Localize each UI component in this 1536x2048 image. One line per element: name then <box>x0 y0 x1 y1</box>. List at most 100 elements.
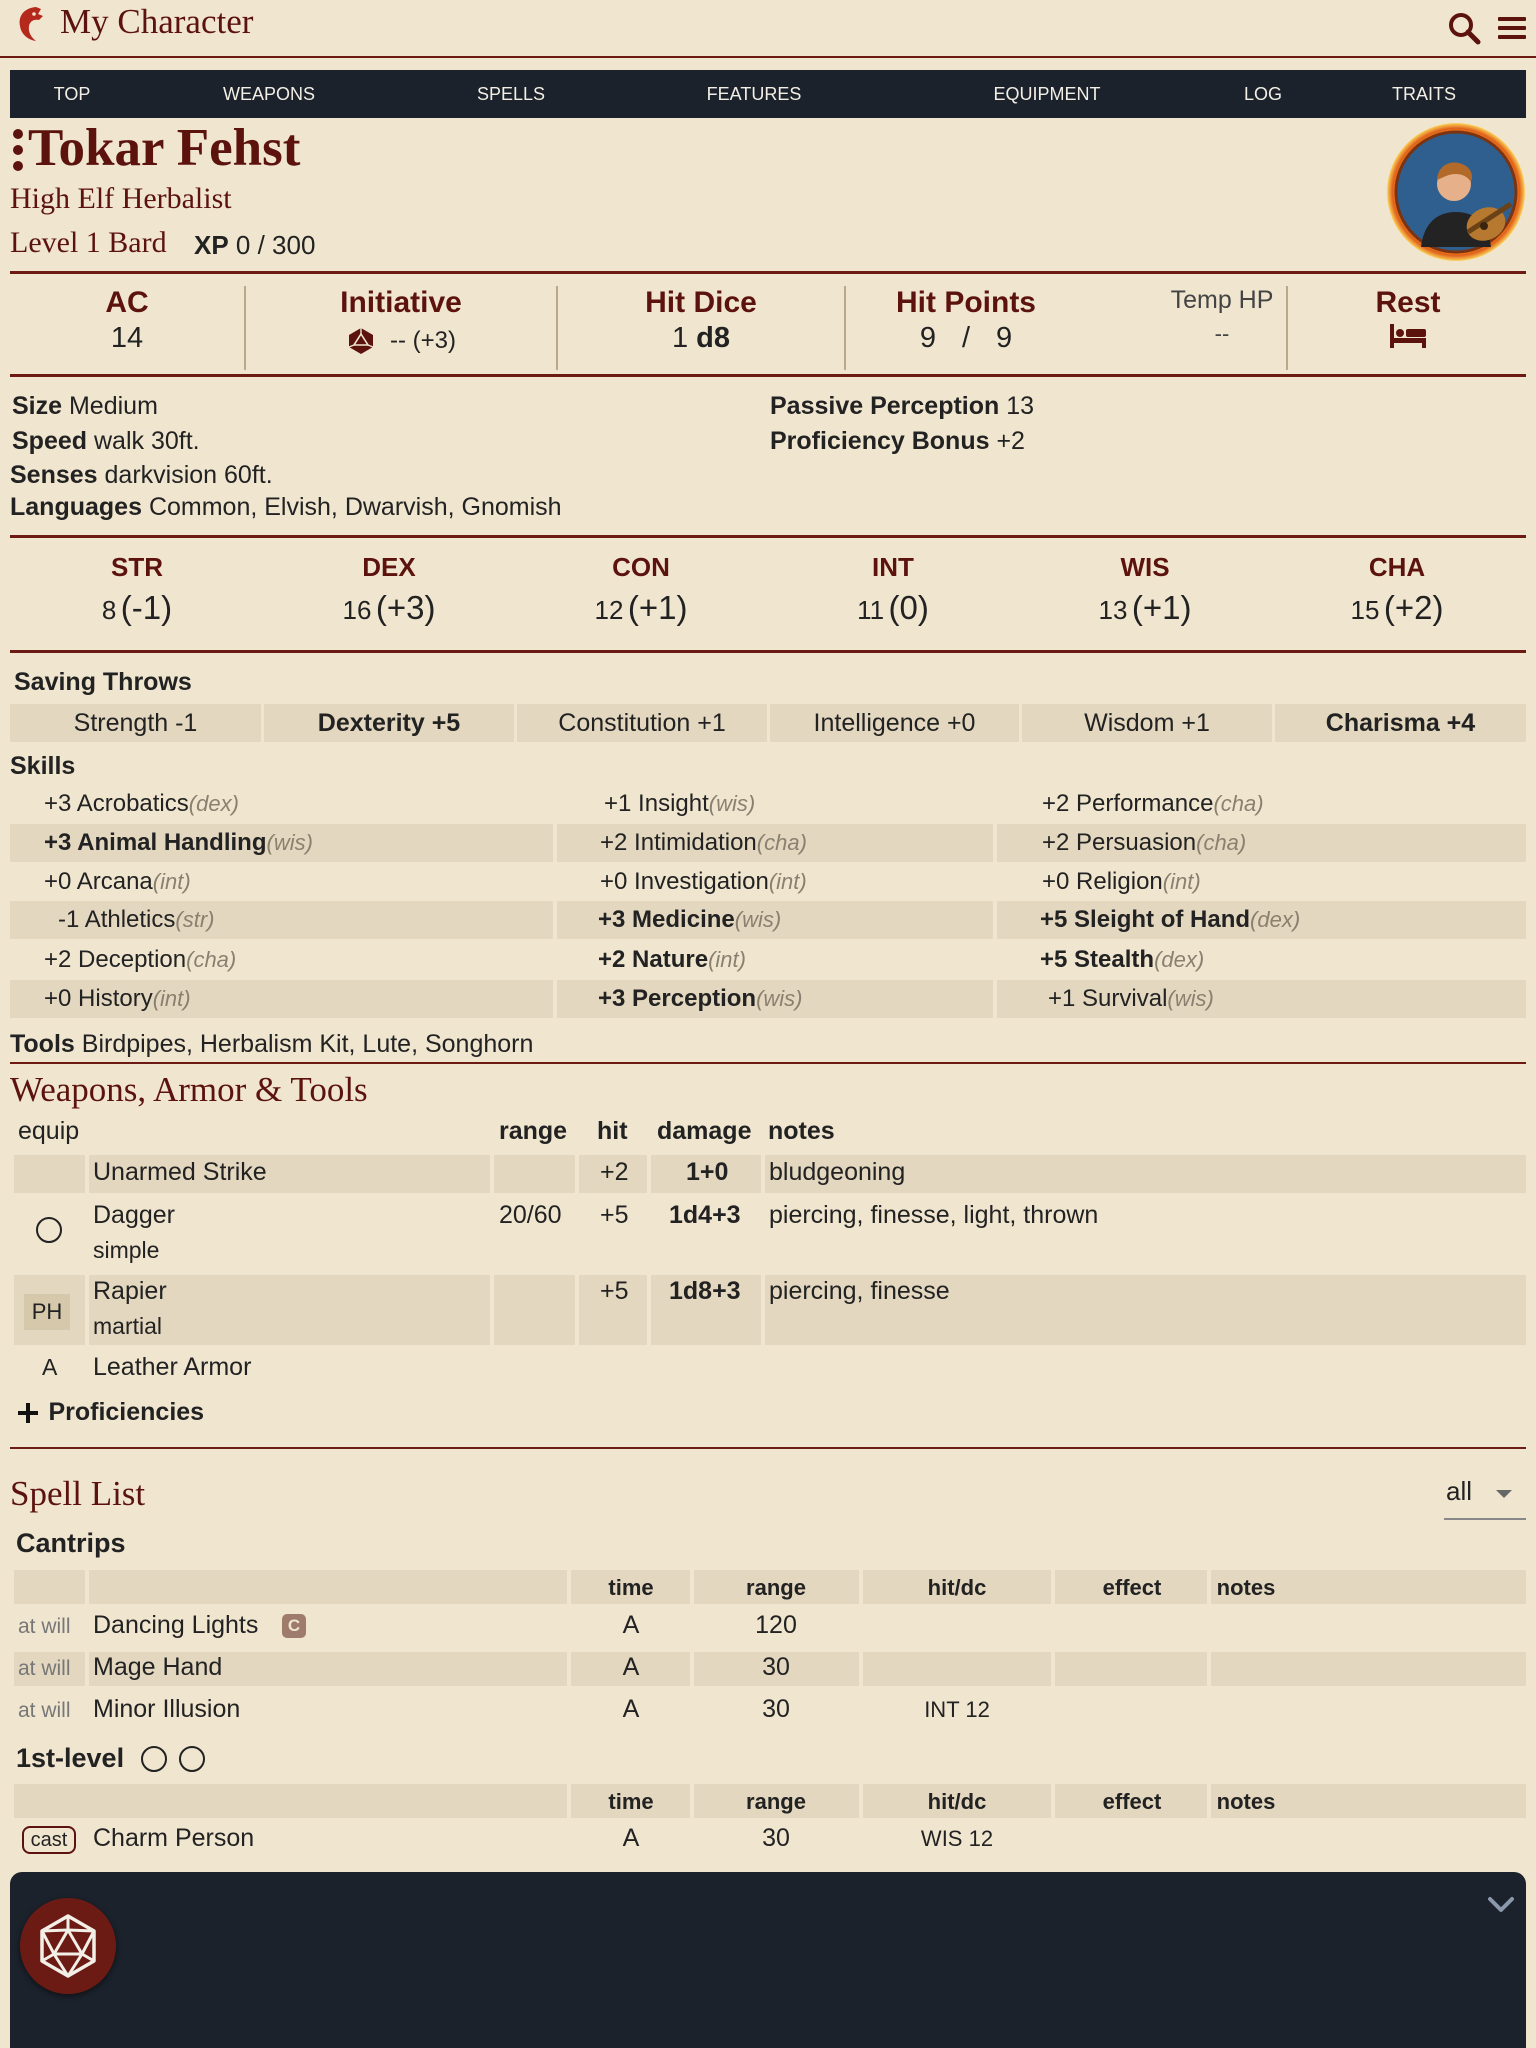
ac-box: AC 14 <box>10 286 244 355</box>
hit-points-box[interactable]: Hit Points 9 / 9 <box>846 286 1086 355</box>
weapon-hit[interactable]: +5 <box>600 1277 629 1306</box>
hp-current[interactable]: 9 <box>920 322 936 354</box>
dragon-logo-icon[interactable] <box>14 4 46 44</box>
spell-name[interactable]: Mage Hand <box>93 1653 222 1682</box>
skill-religion[interactable]: +0 Religion(int) <box>1042 863 1201 901</box>
weapon-name[interactable]: Unarmed Strike <box>93 1158 267 1187</box>
spell-list-title: Spell List <box>10 1474 146 1513</box>
hamburger-menu-icon[interactable] <box>1496 12 1528 44</box>
weapon-damage[interactable]: 1+0 <box>686 1158 728 1187</box>
table-cell <box>1055 1652 1207 1686</box>
hit-dice-box[interactable]: Hit Dice 1 d8 <box>558 286 844 355</box>
temp-hp-box[interactable]: Temp HP -- <box>1160 286 1284 347</box>
spell-time: A <box>622 1695 640 1723</box>
weapon-hit[interactable]: +2 <box>600 1158 629 1187</box>
weapon-hit[interactable]: +5 <box>600 1201 629 1230</box>
skills-divider <box>10 1062 1526 1064</box>
search-icon[interactable] <box>1446 10 1482 46</box>
save-constitution[interactable]: Constitution +1 <box>517 704 767 742</box>
proficiencies-toggle[interactable]: Proficiencies <box>16 1398 204 1427</box>
spell-slot-toggle[interactable] <box>179 1746 205 1772</box>
ability-con[interactable]: CON 12 (+1) <box>595 552 688 627</box>
spell-name[interactable]: Charm Person <box>93 1824 254 1853</box>
ability-wis[interactable]: WIS 13 (+1) <box>1099 552 1192 627</box>
skill-medicine[interactable]: +3 Medicine(wis) <box>598 901 781 939</box>
equip-badge-ph[interactable]: PH <box>24 1294 70 1330</box>
ability-score: 8 <box>101 595 117 625</box>
save-charisma[interactable]: Charisma +4 <box>1275 704 1526 742</box>
skill-modifier: +3 <box>44 790 72 817</box>
spell-name[interactable]: Minor Illusion <box>93 1695 240 1724</box>
skill-name: Stealth <box>1074 946 1155 973</box>
d20-icon <box>40 1914 96 1978</box>
nav-equipment[interactable]: EQUIPMENT <box>993 70 1100 118</box>
nav-weapons[interactable]: WEAPONS <box>223 70 315 118</box>
character-portrait[interactable] <box>1386 122 1526 262</box>
nav-features[interactable]: FEATURES <box>707 70 802 118</box>
ability-cha[interactable]: CHA 15 (+2) <box>1351 552 1444 627</box>
skill-survival[interactable]: +1 Survival(wis) <box>1048 980 1214 1018</box>
spell-save-dc[interactable]: INT 12 <box>924 1697 990 1723</box>
col-range: range <box>746 1575 806 1600</box>
save-wisdom[interactable]: Wisdom +1 <box>1022 704 1272 742</box>
cast-button[interactable]: cast <box>22 1826 76 1854</box>
nav-traits[interactable]: TRAITS <box>1392 70 1456 118</box>
skill-deception[interactable]: +2 Deception(cha) <box>44 941 236 979</box>
skill-sleight-of-hand[interactable]: +5 Sleight of Hand(dex) <box>1040 901 1300 939</box>
spell-name[interactable]: Dancing Lights <box>93 1611 258 1640</box>
skill-animal-handling[interactable]: +3 Animal Handling(wis) <box>44 824 313 862</box>
save-intelligence[interactable]: Intelligence +0 <box>770 704 1019 742</box>
dice-roll-drawer[interactable] <box>10 1872 1526 2048</box>
rest-button[interactable]: Rest <box>1288 286 1528 355</box>
chevron-down-icon[interactable] <box>1486 1894 1516 1916</box>
skill-name: Perception <box>632 985 757 1012</box>
spell-save-dc[interactable]: WIS 12 <box>921 1826 993 1852</box>
skill-investigation[interactable]: +0 Investigation(int) <box>600 863 807 901</box>
ability-int[interactable]: INT 11 (0) <box>857 552 929 627</box>
ability-dex[interactable]: DEX 16 (+3) <box>343 552 436 627</box>
skill-modifier: +2 <box>1042 790 1070 817</box>
skill-acrobatics[interactable]: +3 Acrobatics(dex) <box>44 785 239 823</box>
skill-ability: (dex) <box>1250 907 1301 932</box>
skill-athletics[interactable]: -1 Athletics(str) <box>58 901 214 939</box>
skill-intimidation[interactable]: +2 Intimidation(cha) <box>600 824 807 862</box>
more-vertical-icon[interactable] <box>12 128 24 172</box>
skill-insight[interactable]: +1 Insight(wis) <box>604 785 755 823</box>
nav-spells[interactable]: SPELLS <box>477 70 545 118</box>
skill-stealth[interactable]: +5 Stealth(dex) <box>1040 941 1204 979</box>
ability-str[interactable]: STR 8 (-1) <box>102 552 172 627</box>
skill-perception[interactable]: +3 Perception(wis) <box>598 980 803 1018</box>
skill-name: Persuasion <box>1076 829 1197 856</box>
skill-name: Animal Handling <box>77 829 267 856</box>
equip-badge-armor[interactable]: A <box>42 1354 57 1381</box>
d20-icon[interactable] <box>346 326 376 356</box>
skill-arcana[interactable]: +0 Arcana(int) <box>44 863 191 901</box>
weapon-damage[interactable]: 1d4+3 <box>669 1201 741 1230</box>
save-strength[interactable]: Strength -1 <box>10 704 261 742</box>
nav-top[interactable]: TOP <box>54 70 91 118</box>
equip-toggle-circle[interactable] <box>36 1217 62 1243</box>
spell-filter-select[interactable]: all <box>1444 1474 1526 1520</box>
save-dexterity[interactable]: Dexterity +5 <box>264 704 514 742</box>
skill-performance[interactable]: +2 Performance(cha) <box>1042 785 1264 823</box>
hit-dice-count: 1 <box>671 322 689 354</box>
skill-history[interactable]: +0 History(int) <box>44 980 191 1018</box>
weapon-name[interactable]: Dagger <box>93 1201 175 1230</box>
spell-time: A <box>622 1611 640 1639</box>
spell-slot-toggle[interactable] <box>141 1746 167 1772</box>
armor-name[interactable]: Leather Armor <box>93 1353 251 1382</box>
weapon-damage[interactable]: 1d8+3 <box>669 1277 741 1306</box>
skill-ability: (wis) <box>734 907 782 932</box>
skill-persuasion[interactable]: +2 Persuasion(cha) <box>1042 824 1246 862</box>
spell-usage: at will <box>18 1657 71 1680</box>
dropdown-arrow-icon <box>1496 1490 1512 1498</box>
nav-log[interactable]: LOG <box>1244 70 1282 118</box>
spell-range: 120 <box>755 1611 797 1639</box>
initiative-box[interactable]: Initiative -- (+3) <box>246 286 556 356</box>
weapon-name[interactable]: Rapier <box>93 1277 167 1306</box>
skill-nature[interactable]: +2 Nature(int) <box>598 941 746 979</box>
weapon-notes: piercing, finesse <box>769 1277 950 1305</box>
skill-ability: (wis) <box>1167 986 1214 1011</box>
dice-roller-button[interactable] <box>20 1898 116 1994</box>
skill-name: Deception <box>78 946 187 973</box>
